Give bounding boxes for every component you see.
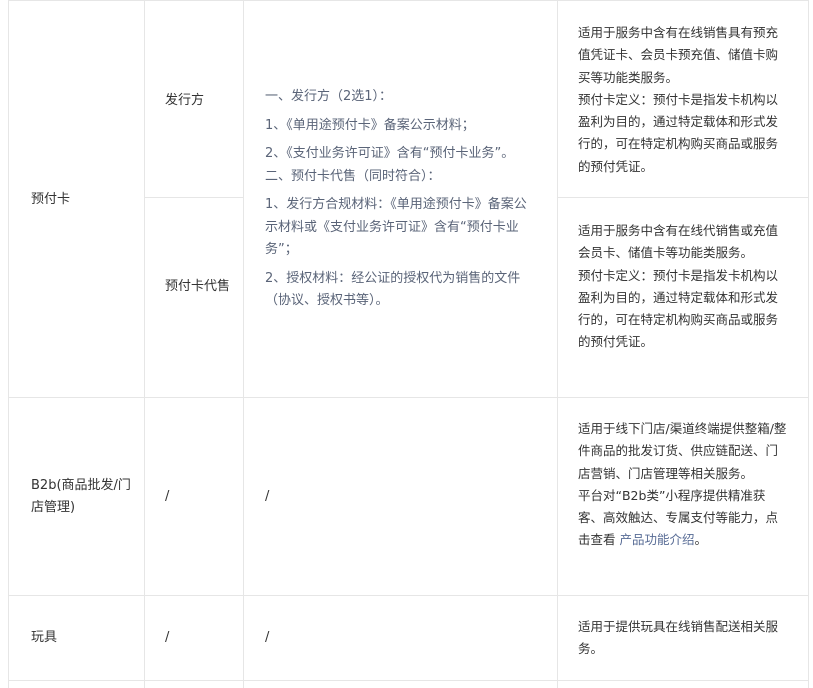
description-paragraph: 适用于服务中含有在线销售具有预充值凭证卡、会员卡预充值、储值卡购买等功能类服务。 [578,25,779,85]
row-divider [8,680,808,681]
column-divider [557,0,558,688]
description-paragraph: 适用于线下门店/渠道终端提供整箱/整件商品的批发订货、供应链配送、门店营销、门店… [578,421,787,481]
requirements-toy: / [265,630,270,645]
prepaid-requirements: 一、发行方（2选1）： 1、《单用途预付卡》备案公示材料； 2、《支付业务许可证… [265,86,537,313]
table-border-left [8,0,9,688]
subcategory-issuer: 发行方 [165,93,205,108]
column-divider [243,0,244,688]
description-paragraph: 适用于服务中含有在线代销售或充值会员卡、储值卡等功能类服务。 [578,223,779,261]
requirement-line: 1、发行方合规材料：《单用途预付卡》备案公示材料或《支付业务许可证》含有“预付卡… [265,197,527,257]
row-divider [8,0,808,1]
description-paragraph: 平台对“B2b类”小程序提供精准获客、高效触达、专属支付等能力，点击查看 产品功… [578,485,790,552]
description-paragraph: 预付卡定义：预付卡是指发卡机构以盈利为目的，通过特定载体和形式发行的，可在特定机… [578,267,779,350]
requirement-line: 1、《单用途预付卡》备案公示材料； [265,117,475,133]
agent-description: 适用于服务中含有在线代销售或充值会员卡、储值卡等功能类服务。 预付卡定义：预付卡… [578,220,790,354]
requirement-line: 一、发行方（2选1）： [265,89,393,104]
category-b2b: B2b(商品批发/门店管理) [31,478,131,515]
toy-description: 适用于提供玩具在线销售配送相关服务。 [578,619,779,657]
row-divider [144,197,243,198]
description-paragraph: 预付卡定义：预付卡是指发卡机构以盈利为目的，通过特定载体和形式发行的，可在特定机… [578,91,779,174]
category-toy: 玩具 [31,630,58,645]
column-divider [144,0,145,688]
b2b-description: 适用于线下门店/渠道终端提供整箱/整件商品的批发订货、供应链配送、门店营销、门店… [578,418,790,552]
subcategory-b2b: / [165,489,170,504]
subcategory-agent: 预付卡代售 [165,279,231,294]
column-divider [808,0,809,688]
category-table: 预付卡 发行方 预付卡代售 一、发行方（2选1）： 1、《单用途预付卡》备案公示… [0,0,813,688]
issuer-description: 适用于服务中含有在线销售具有预充值凭证卡、会员卡预充值、储值卡购买等功能类服务。… [578,22,790,178]
description-text: 。 [694,532,708,548]
requirement-line: 2、授权材料：经公证的授权代为销售的文件（协议、授权书等）。 [265,270,521,309]
requirements-b2b: / [265,489,270,504]
requirement-line: 二、预付卡代售（同时符合）： [265,168,441,184]
row-divider [8,595,808,596]
requirement-line: 2、《支付业务许可证》含有“预付卡业务”。 [265,146,515,161]
row-divider [8,397,808,398]
row-divider [557,197,808,198]
product-features-link[interactable]: 产品功能介绍 [619,532,694,547]
subcategory-toy: / [165,630,170,645]
category-prepaid-card: 预付卡 [31,192,71,207]
